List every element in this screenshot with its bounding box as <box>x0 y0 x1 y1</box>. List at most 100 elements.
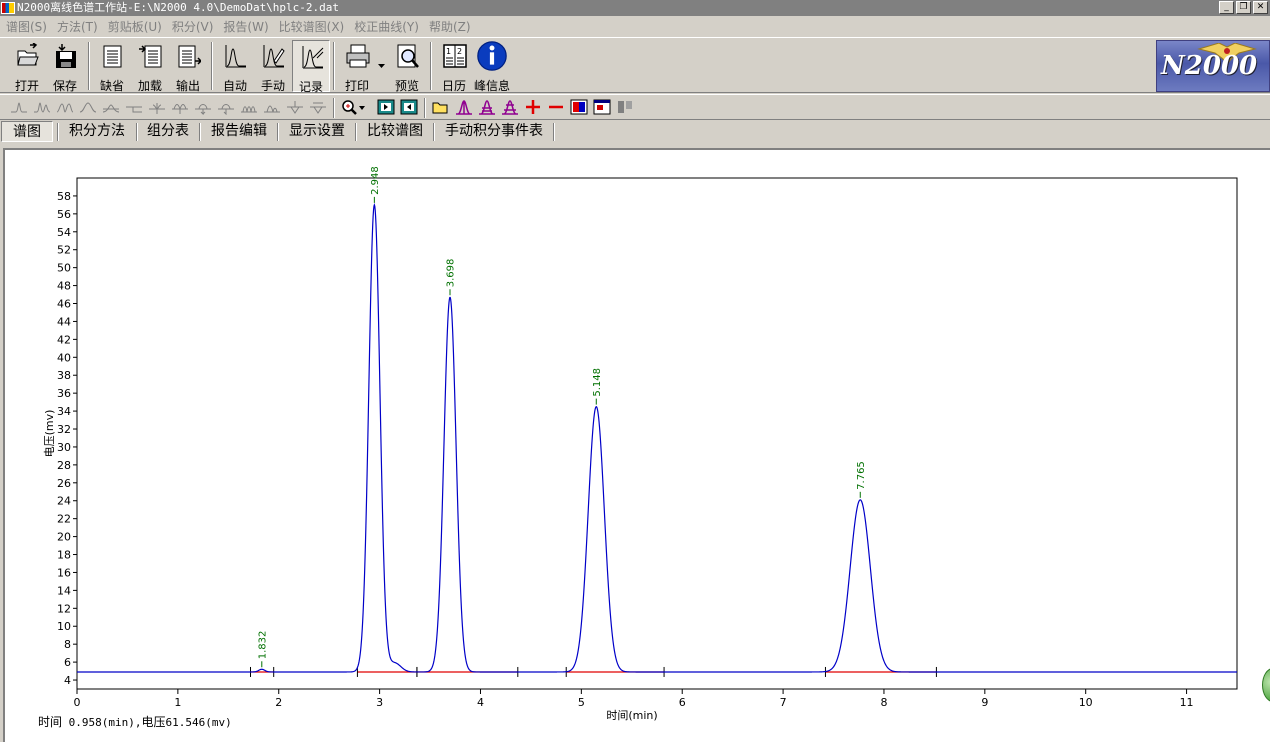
peak-tool-7[interactable] <box>146 97 168 118</box>
tab-spectrum[interactable]: 谱图 <box>1 121 53 142</box>
peak-split-button[interactable] <box>453 97 475 118</box>
x-tick-label: 10 <box>1079 696 1093 709</box>
zoom-button[interactable] <box>339 97 367 118</box>
integration-toolbar <box>0 94 1270 120</box>
preview-button[interactable]: 预览 <box>388 40 426 93</box>
open-compare-button[interactable] <box>430 97 452 118</box>
folder-icon <box>432 102 448 114</box>
restore-button[interactable]: ❐ <box>1236 1 1251 14</box>
peak-tool-12[interactable] <box>261 97 283 118</box>
peak-tool-11[interactable] <box>238 97 260 118</box>
tab-component-table[interactable]: 组分表 <box>141 121 195 142</box>
menu-calibration[interactable]: 校正曲线(Y) <box>351 18 426 35</box>
chromatogram-panel: 4 6 8 10 12 14 16 18 20 22 24 26 28 30 32 34 36 38 40 42 44 4… <box>3 148 1270 742</box>
color-setting-button[interactable] <box>568 97 590 118</box>
x-tick-label: 8 <box>880 696 887 709</box>
x-tick-label: 9 <box>981 696 988 709</box>
svg-text:2: 2 <box>457 47 462 56</box>
tab-display-settings[interactable]: 显示设置 <box>282 121 352 142</box>
open-label: 打开 <box>14 79 39 93</box>
y-tick-label: 8 <box>64 638 71 651</box>
menu-spectrum[interactable]: 谱图(S) <box>3 18 54 35</box>
svg-text:1: 1 <box>446 47 451 56</box>
menu-clipboard[interactable]: 剪贴板(U) <box>105 18 169 35</box>
tab-manual-events[interactable]: 手动积分事件表 <box>438 121 550 142</box>
peak-label: 3.698 <box>446 259 457 288</box>
menu-report[interactable]: 报告(W) <box>220 18 275 35</box>
save-button[interactable]: 保存 <box>46 40 84 93</box>
export-button[interactable]: 输出 <box>169 40 207 93</box>
peak-tool-2[interactable] <box>31 97 53 118</box>
chromatogram-chart[interactable]: 4681012141618202224262830323436384042444… <box>5 150 1270 742</box>
peak-shape-icon <box>79 102 97 113</box>
peak-label: 7.765 <box>856 461 867 490</box>
y-tick-label: 54 <box>57 226 71 239</box>
menu-bar: 谱图(S) 方法(T) 剪贴板(U) 积分(V) 报告(W) 比较谱图(X) 校… <box>0 16 1270 36</box>
auto-integrate-icon <box>225 45 246 68</box>
print-dropdown[interactable] <box>376 40 388 92</box>
manual-label: 手动 <box>260 79 285 93</box>
peak-tangent-button[interactable] <box>476 97 498 118</box>
y-tick-label: 58 <box>57 190 71 203</box>
y-tick-label: 40 <box>57 351 71 364</box>
peak-baseline-icon <box>502 100 518 115</box>
peak-tool-1[interactable] <box>8 97 30 118</box>
auto-integrate-button[interactable]: 自动 <box>216 40 254 93</box>
peak-shape-icon <box>241 106 257 113</box>
default-button[interactable]: 缺省 <box>93 40 131 93</box>
print-label: 打印 <box>344 79 369 93</box>
peak-tool-10[interactable] <box>215 97 237 118</box>
cursor-readout: 时间 0.958(min),电压61.546(mv) <box>38 713 232 730</box>
record-integrate-icon <box>302 46 324 69</box>
peak-tool-3[interactable] <box>54 97 76 118</box>
y-tick-label: 6 <box>64 656 71 669</box>
y-tick-label: 22 <box>57 513 71 526</box>
plot-frame <box>76 177 1238 690</box>
main-toolbar: 打开 保存 缺省 加载 输出 自动 手动 记录 打印 预览 1 2 日历 峰信息… <box>0 37 1270 94</box>
fit-view-button[interactable] <box>375 97 397 118</box>
menu-help[interactable]: 帮助(Z) <box>426 18 478 35</box>
peak-tool-4[interactable] <box>77 97 99 118</box>
full-view-button[interactable] <box>398 97 420 118</box>
manual-integrate-icon <box>263 45 285 68</box>
tab-integration-method[interactable]: 积分方法 <box>62 121 132 142</box>
peak-split-icon <box>456 100 472 115</box>
export-label: 输出 <box>175 79 200 93</box>
info-icon <box>477 41 507 71</box>
menu-integration[interactable]: 积分(V) <box>169 18 221 35</box>
close-button[interactable]: ✕ <box>1253 1 1268 14</box>
tab-bar: 谱图 积分方法 组分表 报告编辑 显示设置 比较谱图 手动积分事件表 <box>0 120 1270 144</box>
n2000-logo: N2000 <box>1156 40 1270 92</box>
load-document-icon <box>139 45 162 68</box>
peak-tool-13[interactable] <box>284 97 306 118</box>
window-setting-button[interactable] <box>591 97 613 118</box>
peak-tool-14[interactable] <box>307 97 329 118</box>
print-button[interactable]: 打印 <box>338 40 376 93</box>
peak-info-button[interactable]: 峰信息 <box>473 40 511 93</box>
minimize-button[interactable]: _ <box>1219 1 1234 14</box>
peak-tool-6[interactable] <box>123 97 145 118</box>
peak-shape-icon <box>102 104 120 113</box>
add-peak-button[interactable] <box>522 97 544 118</box>
load-button[interactable]: 加载 <box>131 40 169 93</box>
manual-integrate-button[interactable]: 手动 <box>254 40 292 93</box>
tab-compare-spectrum[interactable]: 比较谱图 <box>360 121 430 142</box>
remove-peak-button[interactable] <box>545 97 567 118</box>
y-tick-label: 52 <box>57 244 71 257</box>
peak-tool-5[interactable] <box>100 97 122 118</box>
record-button[interactable]: 记录 <box>292 40 330 94</box>
menu-compare[interactable]: 比较谱图(X) <box>276 18 352 35</box>
y-tick-label: 42 <box>57 333 71 346</box>
peak-shape-icon <box>56 103 74 113</box>
menu-method[interactable]: 方法(T) <box>54 18 105 35</box>
calendar-button[interactable]: 1 2 日历 <box>435 40 473 93</box>
peak-baseline-button[interactable] <box>499 97 521 118</box>
peak-tool-9[interactable] <box>192 97 214 118</box>
time-value: 0.958(min), <box>62 716 142 729</box>
chromatogram-trace <box>77 202 1237 673</box>
open-button[interactable]: 打开 <box>8 40 46 93</box>
tab-report-edit[interactable]: 报告编辑 <box>204 121 274 142</box>
disabled-tool-button[interactable] <box>614 97 636 118</box>
y-tick-label: 14 <box>57 584 71 597</box>
peak-tool-8[interactable] <box>169 97 191 118</box>
